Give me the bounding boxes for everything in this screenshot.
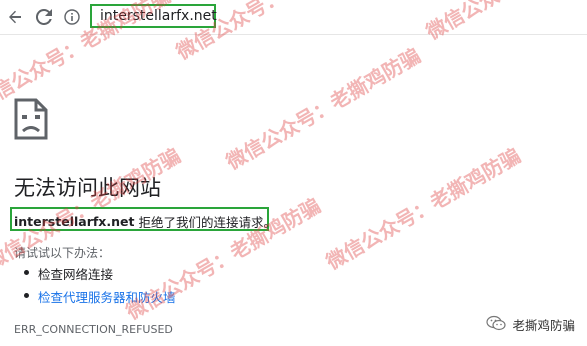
source-badge-label: 老撕鸡防骗 — [512, 318, 575, 333]
sad-page-icon — [14, 98, 48, 140]
try-label: 请试试以下办法： — [14, 246, 111, 260]
source-badge: 老撕鸡防骗 — [482, 313, 579, 336]
wechat-icon — [486, 315, 507, 334]
watermark: 微信公众号：老撕鸡防骗 — [222, 43, 425, 175]
address-bar[interactable]: interstellarfx.net — [90, 4, 217, 28]
url-text: interstellarfx.net — [100, 8, 217, 24]
list-bullet — [24, 270, 29, 275]
error-host: interstellarfx.net — [14, 214, 135, 229]
list-bullet — [24, 293, 29, 298]
error-title: 无法访问此网站 — [14, 176, 161, 200]
suggestion-check-proxy-link[interactable]: 检查代理服务器和防火墙 — [38, 287, 176, 306]
suggestion-check-network: 检查网络连接 — [38, 267, 114, 282]
reload-icon[interactable] — [33, 6, 55, 28]
error-message-text: 拒绝了我们的连接请求。 — [138, 215, 276, 230]
watermark: 微信公众号：老撕鸡防骗 — [322, 143, 525, 275]
error-message: interstellarfx.net 拒绝了我们的连接请求。 — [14, 212, 276, 231]
browser-toolbar: interstellarfx.net — [0, 0, 587, 35]
back-arrow-icon[interactable] — [4, 6, 26, 28]
error-code: ERR_CONNECTION_REFUSED — [14, 323, 173, 336]
browser-page: interstellarfx.net 无法访问此网站 interstellarf… — [0, 0, 587, 346]
info-icon[interactable] — [62, 7, 82, 27]
